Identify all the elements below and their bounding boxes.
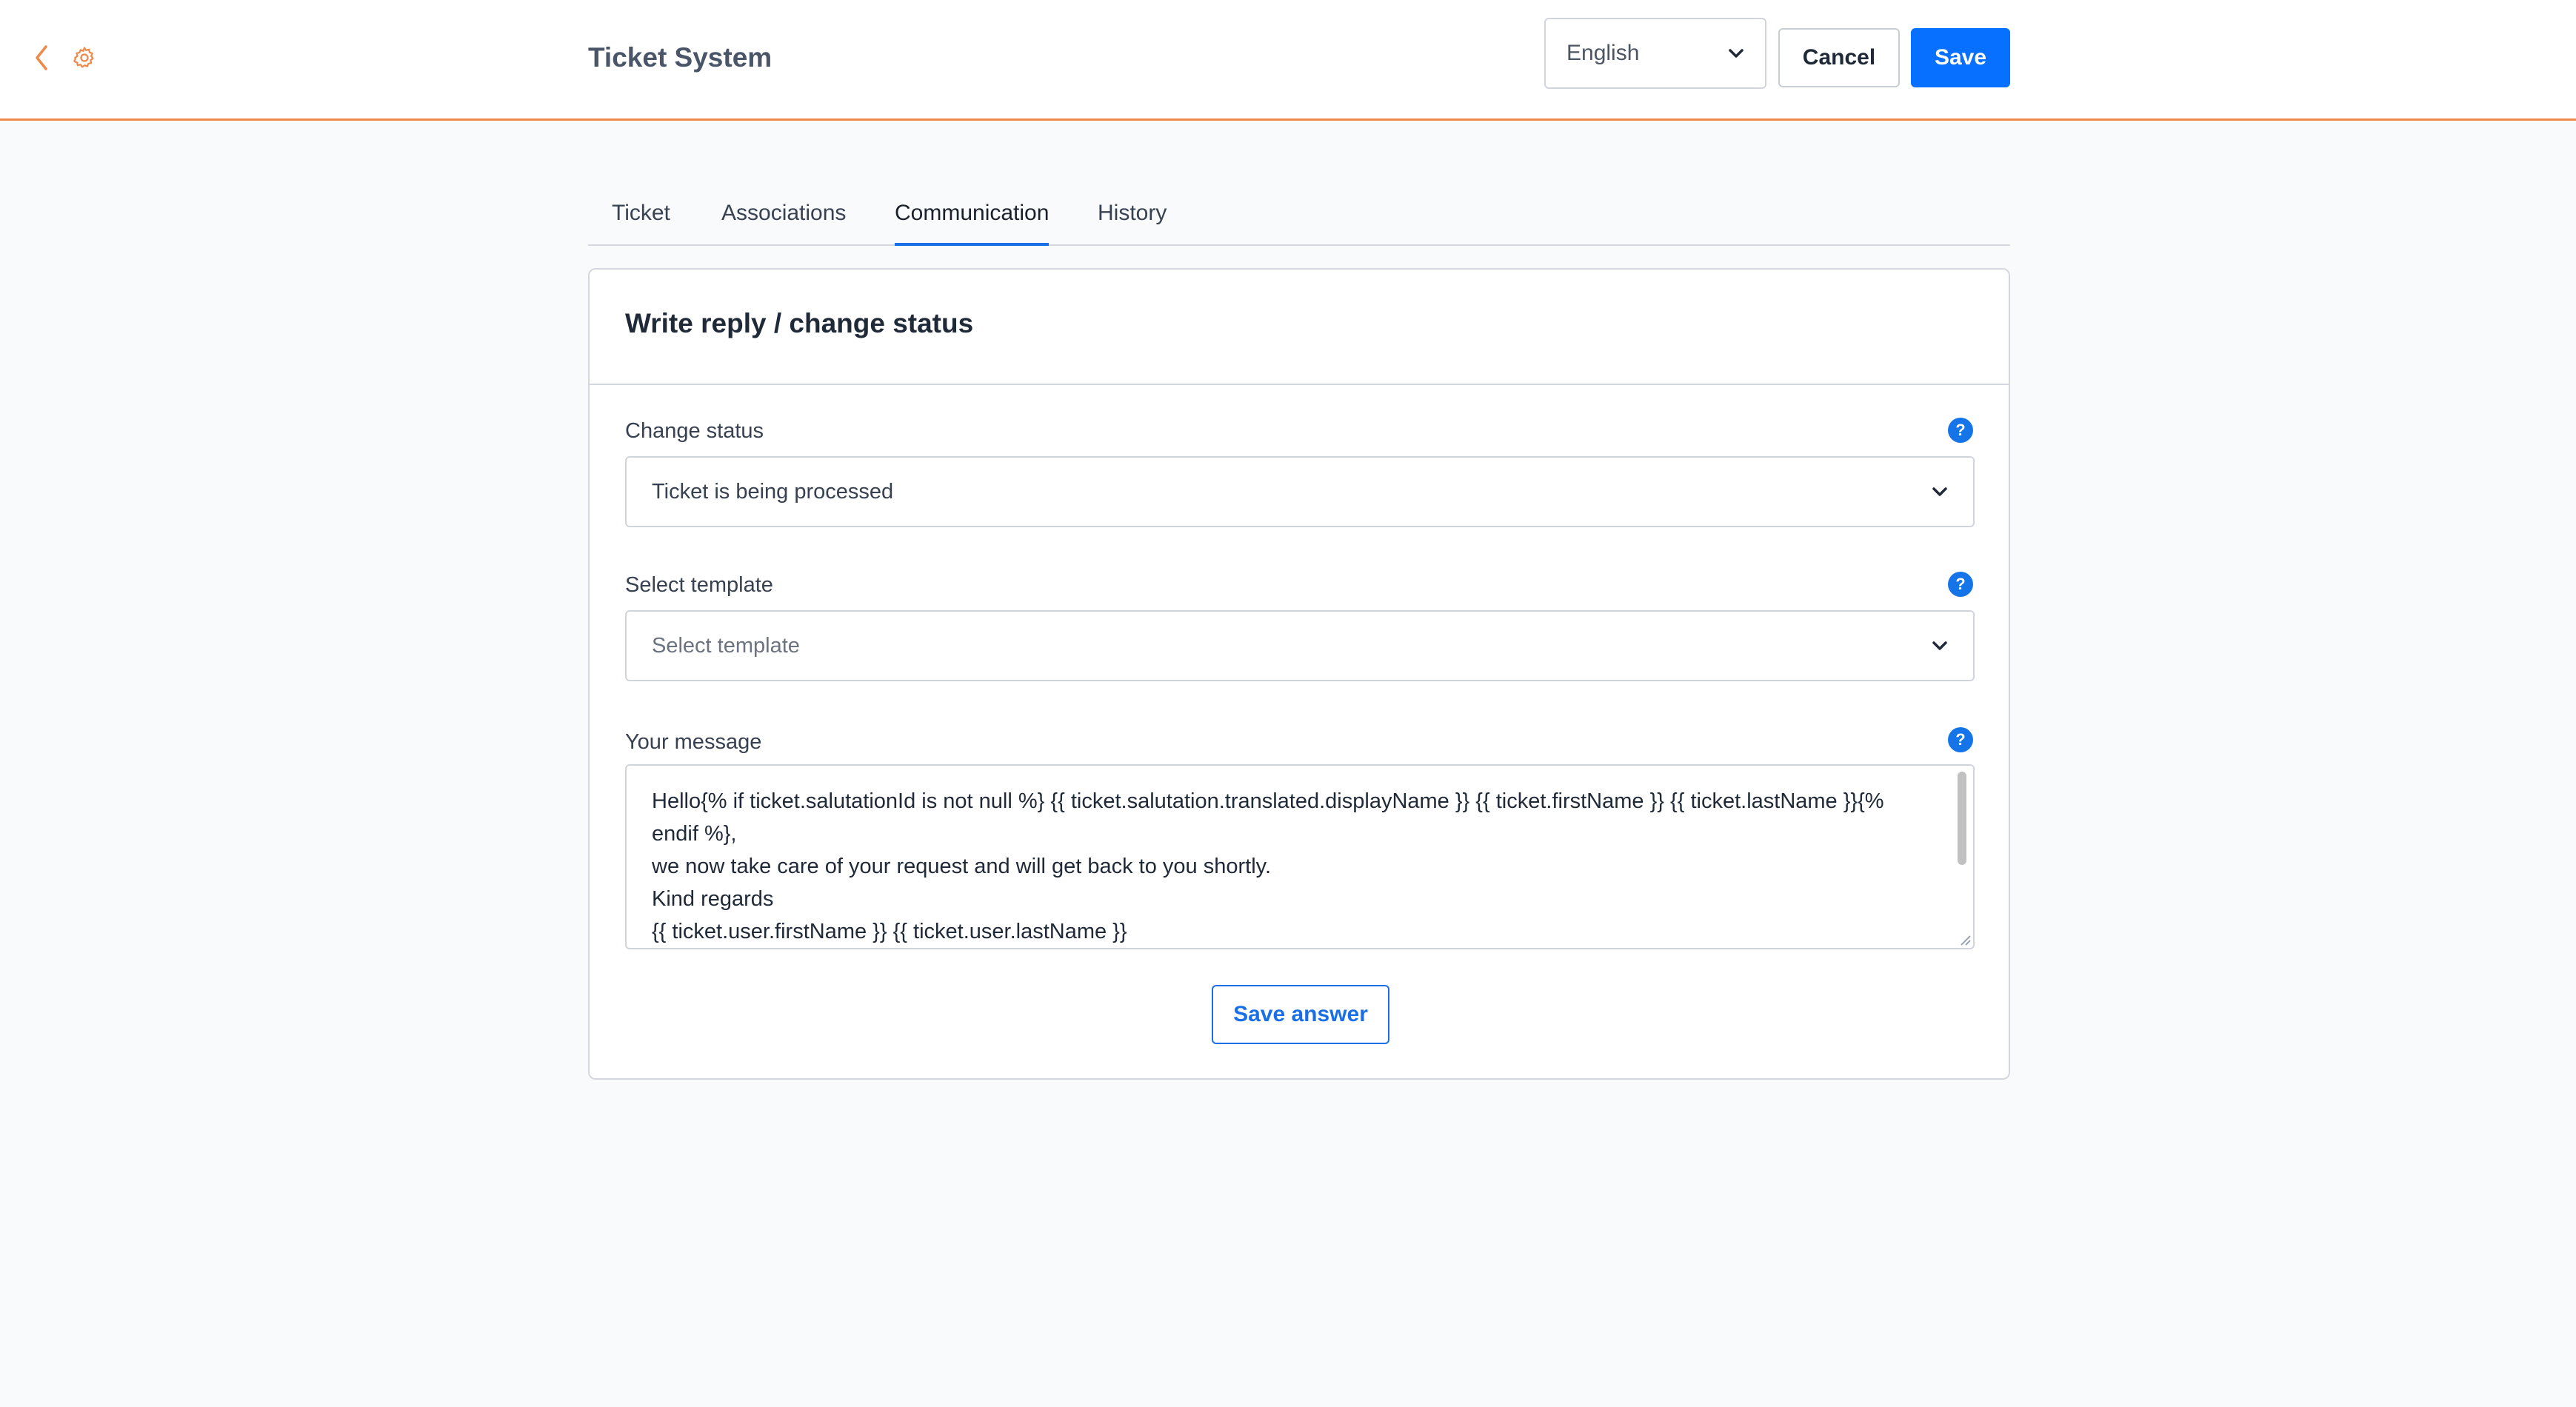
language-select[interactable]: English: [1544, 18, 1766, 89]
chevron-left-icon: [36, 45, 47, 70]
language-select-value: English: [1566, 41, 1640, 65]
back-button[interactable]: [28, 41, 55, 74]
change-status-value: Ticket is being processed: [652, 479, 894, 504]
help-icon[interactable]: ?: [1948, 727, 1973, 752]
cancel-button[interactable]: Cancel: [1778, 28, 1900, 87]
message-line: Hello{% if ticket.salutationId is not nu…: [652, 789, 1884, 813]
tab-ticket[interactable]: Ticket: [612, 191, 670, 246]
resize-handle-icon[interactable]: [1957, 932, 1972, 946]
reply-card: Write reply / change status Change statu…: [588, 268, 2010, 1080]
top-bar: Ticket System English Cancel Save: [0, 0, 2576, 121]
message-line: {{ ticket.user.firstName }} {{ ticket.us…: [652, 920, 1127, 943]
tab-bar: Ticket Associations Communication Histor…: [588, 191, 2010, 246]
change-status-label: Change status: [625, 419, 764, 443]
gear-icon: [73, 47, 94, 68]
message-line: Kind regards: [652, 887, 774, 911]
message-line: we now take care of your request and wil…: [652, 855, 1272, 878]
tab-communication[interactable]: Communication: [895, 191, 1050, 246]
select-template-placeholder: Select template: [652, 633, 800, 658]
help-icon[interactable]: ?: [1948, 572, 1973, 597]
change-status-select[interactable]: Ticket is being processed: [625, 456, 1975, 527]
tab-history[interactable]: History: [1098, 191, 1167, 246]
message-textarea[interactable]: Hello{% if ticket.salutationId is not nu…: [625, 764, 1975, 949]
message-scrollbar[interactable]: [1954, 769, 1970, 936]
select-template-label: Select template: [625, 573, 773, 597]
your-message-label: Your message: [625, 730, 762, 754]
page-title: Ticket System: [588, 42, 773, 73]
message-line: endif %},: [652, 822, 737, 846]
tab-associations[interactable]: Associations: [721, 191, 846, 246]
card-title: Write reply / change status: [625, 308, 974, 338]
save-answer-button[interactable]: Save answer: [1212, 985, 1389, 1044]
settings-button[interactable]: [70, 41, 99, 74]
help-icon[interactable]: ?: [1948, 418, 1973, 443]
chevron-down-icon: [1729, 49, 1744, 58]
chevron-down-icon: [1932, 641, 1947, 650]
chevron-down-icon: [1932, 487, 1947, 496]
card-header: Write reply / change status: [590, 270, 2009, 385]
select-template-select[interactable]: Select template: [625, 610, 1975, 681]
save-button[interactable]: Save: [1911, 28, 2010, 87]
scrollbar-thumb[interactable]: [1958, 772, 1966, 865]
